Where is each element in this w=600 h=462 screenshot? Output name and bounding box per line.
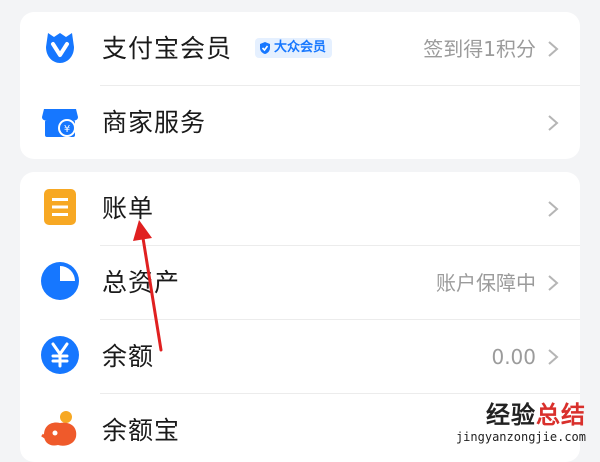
membership-card: 支付宝会员 大众会员 签到得1积分 ¥ 商家服务 — [20, 12, 580, 159]
balance-label: 余额 — [102, 342, 155, 371]
member-level-badge: 大众会员 — [255, 38, 333, 58]
account-protection-text: 账户保障中 — [436, 271, 536, 295]
list-item-balance[interactable]: 余额 0.00 — [20, 320, 580, 394]
watermark: 经验总结 jingyanzongjie.com — [456, 395, 586, 444]
watermark-title: 经验总结 — [486, 401, 586, 429]
list-item-total-assets[interactable]: 总资产 账户保障中 — [20, 246, 580, 320]
yuebao-label: 余额宝 — [102, 416, 181, 445]
alipay-member-label: 支付宝会员 — [102, 34, 233, 63]
alipay-member-icon — [46, 33, 74, 63]
shield-check-icon — [260, 42, 270, 54]
sign-in-points-text: 签到得1积分 — [423, 37, 536, 61]
total-assets-label: 总资产 — [102, 268, 181, 297]
list-item-bill[interactable]: 账单 — [20, 172, 580, 246]
chevron-right-icon — [548, 115, 559, 131]
svg-text:¥: ¥ — [64, 124, 70, 135]
chevron-right-icon — [548, 275, 559, 291]
chevron-right-icon — [548, 41, 559, 57]
pie-chart-icon — [41, 262, 79, 300]
yuebao-icon — [41, 411, 77, 446]
member-level-text: 大众会员 — [274, 40, 327, 55]
bill-label: 账单 — [102, 194, 155, 223]
watermark-url: jingyanzongjie.com — [455, 430, 586, 444]
merchant-store-icon: ¥ — [42, 109, 78, 137]
chevron-right-icon — [548, 349, 559, 365]
balance-amount: 0.00 — [491, 345, 536, 369]
bill-icon — [44, 189, 76, 225]
chevron-right-icon — [548, 201, 559, 217]
merchant-service-label: 商家服务 — [102, 108, 207, 137]
yuan-coin-icon — [41, 336, 79, 374]
list-item-merchant-service[interactable]: ¥ 商家服务 — [20, 86, 580, 159]
list-item-alipay-member[interactable]: 支付宝会员 大众会员 签到得1积分 — [20, 12, 580, 86]
